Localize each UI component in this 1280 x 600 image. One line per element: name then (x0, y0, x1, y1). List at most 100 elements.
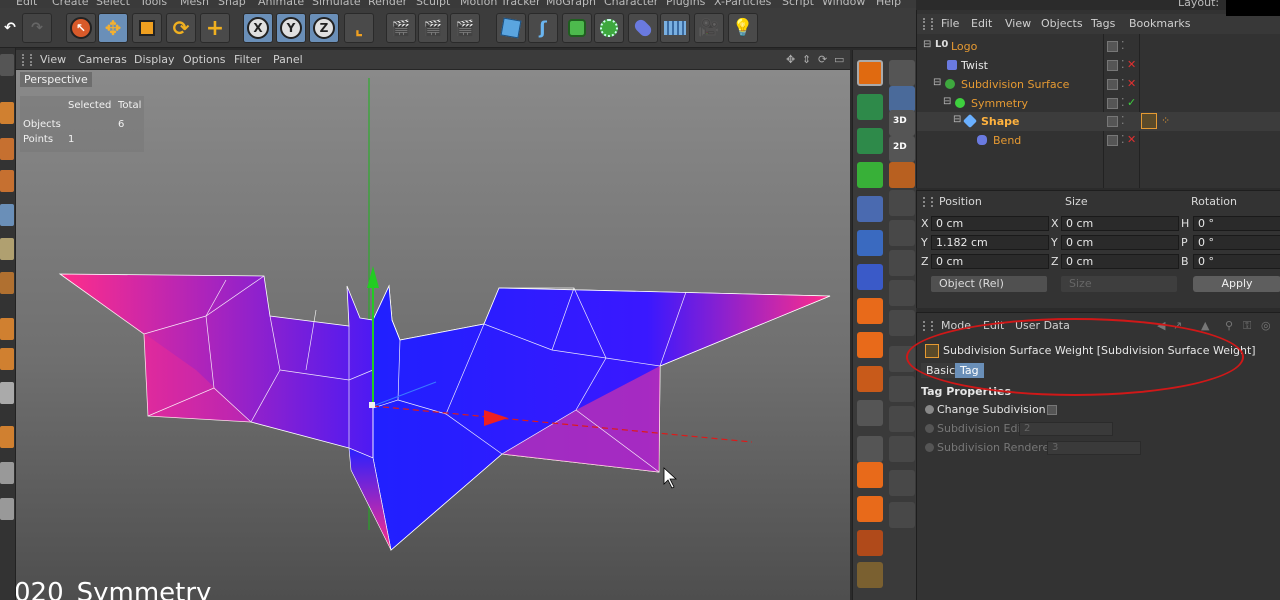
matrix-icon[interactable] (857, 562, 883, 588)
x-axis-lock-button[interactable]: X (243, 13, 273, 43)
menu-mesh[interactable]: Mesh (180, 0, 209, 8)
cube-icon[interactable] (496, 13, 526, 43)
menu-plugins[interactable]: Plugins (666, 0, 705, 8)
visibility-dots-icon[interactable]: ⁚ (1121, 77, 1125, 90)
disabled-x-icon[interactable]: ✕ (1127, 133, 1136, 146)
viewport-menu-filter[interactable]: Filter (234, 53, 261, 66)
axis-mode-icon[interactable] (0, 318, 14, 340)
size-mode-dropdown[interactable]: Size (1061, 276, 1177, 292)
snap-icon[interactable] (0, 382, 14, 404)
menu-help[interactable]: Help (876, 0, 901, 8)
change-subdivision-checkbox[interactable] (1047, 405, 1057, 415)
visibility-dots-icon[interactable]: ⁚ (1121, 133, 1125, 146)
object-row-logo[interactable]: ⊟ L0 Logo ⁚ (917, 37, 1280, 56)
menu-animate[interactable]: Animate (258, 0, 304, 8)
layer-icon[interactable] (1107, 135, 1118, 146)
keyframe-dot-icon[interactable] (925, 424, 934, 433)
om-menu-file[interactable]: File (941, 17, 959, 30)
mograph-icon[interactable] (857, 128, 883, 154)
size-z-field[interactable]: 0 cm (1061, 254, 1179, 269)
visibility-dots-icon[interactable]: ⁚ (1121, 96, 1125, 109)
grid-icon[interactable] (857, 230, 883, 256)
clock-icon[interactable] (889, 162, 915, 188)
disabled-x-icon[interactable]: ✕ (1127, 58, 1136, 71)
object-row-symmetry[interactable]: ⊟ Symmetry ⁚ ✓ (917, 94, 1280, 113)
visibility-dots-icon[interactable]: ⁚ (1121, 58, 1125, 71)
magnet-icon[interactable] (889, 60, 915, 86)
move-tool-button[interactable]: ✥ (98, 13, 128, 43)
weld-icon[interactable] (857, 436, 883, 462)
cube-tool-icon[interactable] (857, 162, 883, 188)
om-menu-edit[interactable]: Edit (971, 17, 992, 30)
bat-logo-mesh[interactable] (58, 273, 831, 551)
object-row-twist[interactable]: Twist ⁚ ✕ (917, 56, 1280, 75)
redo-icon[interactable]: ↷ (22, 13, 52, 43)
menu-mograph[interactable]: MoGraph (546, 0, 596, 8)
transform-tool-button[interactable]: + (200, 13, 230, 43)
tree-expand-icon[interactable]: ⊟ (943, 96, 951, 107)
lock-icon[interactable]: ⚿ (1243, 319, 1251, 333)
render-settings-button[interactable]: 🎬 (450, 13, 480, 43)
axis-snap-icon[interactable] (889, 310, 915, 336)
menu-create[interactable]: Create (52, 0, 89, 8)
pos-y-field[interactable]: 1.182 cm (931, 235, 1049, 250)
viewport-move-icon[interactable]: ✥ (786, 53, 795, 66)
layer-icon[interactable] (1107, 98, 1118, 109)
workplane-snap-icon[interactable] (889, 376, 915, 402)
spline-snap-icon[interactable] (889, 280, 915, 306)
size-y-field[interactable]: 0 cm (1061, 235, 1179, 250)
viewport-zoom-icon[interactable]: ⇕ (802, 53, 811, 66)
rot-h-field[interactable]: 0 ° (1193, 216, 1280, 231)
live-selection-button[interactable]: ↖ (66, 13, 96, 43)
live-selection-icon[interactable] (857, 60, 883, 86)
object-row-shape[interactable]: ⊟ Shape ⁚ ⁘ (917, 112, 1280, 131)
light-icon[interactable]: 💡 (728, 13, 758, 43)
menu-tools[interactable]: Tools (140, 0, 167, 8)
perpendicular-snap-icon[interactable] (889, 502, 915, 528)
tree-expand-icon[interactable]: ⊟ (953, 114, 961, 125)
y-axis-lock-button[interactable]: Y (276, 13, 306, 43)
guide-snap-icon[interactable] (889, 470, 915, 496)
undo-icon[interactable]: ↶ (0, 13, 20, 43)
keyframe-dot-icon[interactable] (925, 405, 934, 414)
deformer-icon[interactable] (628, 13, 658, 43)
size-x-field[interactable]: 0 cm (1061, 216, 1179, 231)
viewport-maximize-icon[interactable]: ▭ (834, 53, 844, 66)
object-row-subdivision-surface[interactable]: ⊟ Subdivision Surface ⁚ ✕ (917, 75, 1280, 94)
viewport-rotate-icon[interactable]: ⟳ (818, 53, 827, 66)
menu-character[interactable]: Character (604, 0, 658, 8)
bridge-icon[interactable] (857, 298, 883, 324)
subdivision-weight-tag-icon[interactable] (1141, 113, 1157, 129)
spline-icon[interactable]: ʃ (528, 13, 558, 43)
viewport-menu-panel[interactable]: Panel (273, 53, 303, 66)
subdivision-surface-icon[interactable] (562, 13, 592, 43)
om-menu-bookmarks[interactable]: Bookmarks (1129, 17, 1190, 30)
pos-z-field[interactable]: 0 cm (931, 254, 1049, 269)
menu-window[interactable]: Window (822, 0, 865, 8)
grid-point-snap-icon[interactable] (889, 406, 915, 432)
menu-sculpt[interactable]: Sculpt (416, 0, 450, 8)
make-editable-icon[interactable] (0, 54, 14, 76)
scale-tool-button[interactable] (132, 13, 162, 43)
search-icon[interactable]: ⚲ (1225, 319, 1233, 332)
viewport-menu-cameras[interactable]: Cameras (78, 53, 127, 66)
menu-render[interactable]: Render (368, 0, 407, 8)
menu-snap[interactable]: Snap (218, 0, 246, 8)
workplane-icon[interactable] (0, 170, 14, 192)
enabled-check-icon[interactable]: ✓ (1127, 96, 1136, 109)
menu-simulate[interactable]: Simulate (312, 0, 361, 8)
keyframe-dot-icon[interactable] (925, 443, 934, 452)
om-menu-tags[interactable]: Tags (1091, 17, 1115, 30)
apply-button[interactable]: Apply (1193, 276, 1280, 292)
edge-snap-icon[interactable] (889, 220, 915, 246)
rotate-tool-button[interactable]: ⟳ (166, 13, 196, 43)
visibility-dots-icon[interactable]: ⁚ (1121, 114, 1125, 127)
viewport-menu-display[interactable]: Display (134, 53, 175, 66)
menu-motion-tracker[interactable]: Motion Tracker (460, 0, 540, 8)
3d-viewport[interactable]: Perspective Selected Total Objects 6 Poi… (16, 70, 850, 600)
coordinate-mode-dropdown[interactable]: Object (Rel) (931, 276, 1047, 292)
knife-icon[interactable] (857, 400, 883, 426)
quantize-icon[interactable] (0, 498, 14, 520)
render-view-button[interactable]: 🎬 (386, 13, 416, 43)
extrude-icon[interactable] (857, 366, 883, 392)
